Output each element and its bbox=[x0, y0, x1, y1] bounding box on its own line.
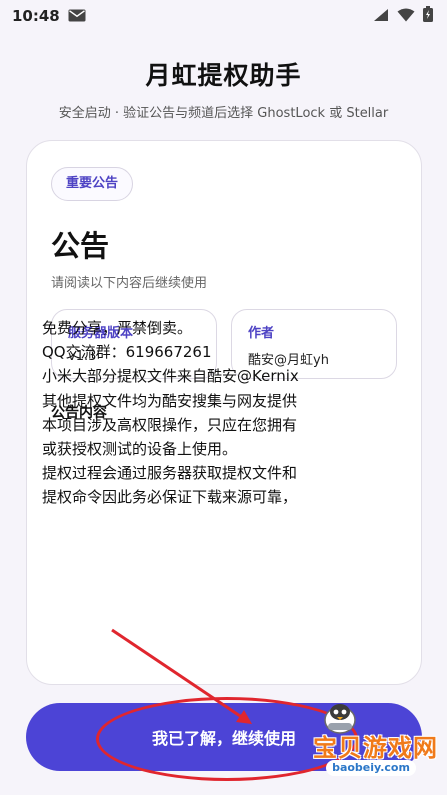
battery-icon bbox=[423, 6, 433, 26]
content-line: 提权命令因此务必保证下载来源可靠， bbox=[42, 488, 298, 507]
announcement-subtitle: 请阅读以下内容后继续使用 bbox=[51, 276, 208, 291]
content-line: 或获授权测试的设备上使用。 bbox=[42, 440, 238, 459]
content-line: 本项目涉及高权限操作，只应在您拥有 bbox=[42, 415, 298, 434]
content-line: 免费分享，严禁倒卖。 bbox=[42, 319, 193, 337]
watermark-text: 宝贝游戏网 bbox=[313, 734, 438, 762]
app-title: 月虹提权助手 bbox=[145, 61, 302, 90]
watermark: 宝贝游戏网 baobeiy.com bbox=[278, 704, 443, 786]
status-bar: 10:48 bbox=[0, 0, 447, 32]
mail-icon bbox=[68, 7, 86, 26]
content-line: 其他提权文件均为酷安搜集与网友提供 bbox=[42, 391, 298, 410]
content-line: 小米大部分提权文件来自酷安@Kernix bbox=[42, 367, 299, 386]
status-left: 10:48 bbox=[12, 7, 86, 26]
status-time: 10:48 bbox=[12, 7, 60, 25]
signal-icon bbox=[373, 7, 389, 26]
content-line: 提权过程会通过服务器获取提权文件和 bbox=[42, 464, 298, 483]
announcement-content[interactable]: 免费分享，严禁倒卖。 QQ交流群：619667261 小米大部分提权文件来自酷安… bbox=[42, 316, 387, 510]
important-badge: 重要公告 bbox=[51, 167, 134, 201]
status-right bbox=[373, 6, 433, 26]
app-subtitle: 安全启动 · 验证公告与频道后选择 GhostLock 或 Stellar bbox=[58, 106, 389, 121]
watermark-url: baobeiy.com bbox=[326, 760, 416, 776]
announcement-title: 公告 bbox=[51, 229, 110, 263]
content-line: QQ交流群：619667261 bbox=[42, 343, 212, 362]
wifi-icon bbox=[397, 7, 415, 26]
